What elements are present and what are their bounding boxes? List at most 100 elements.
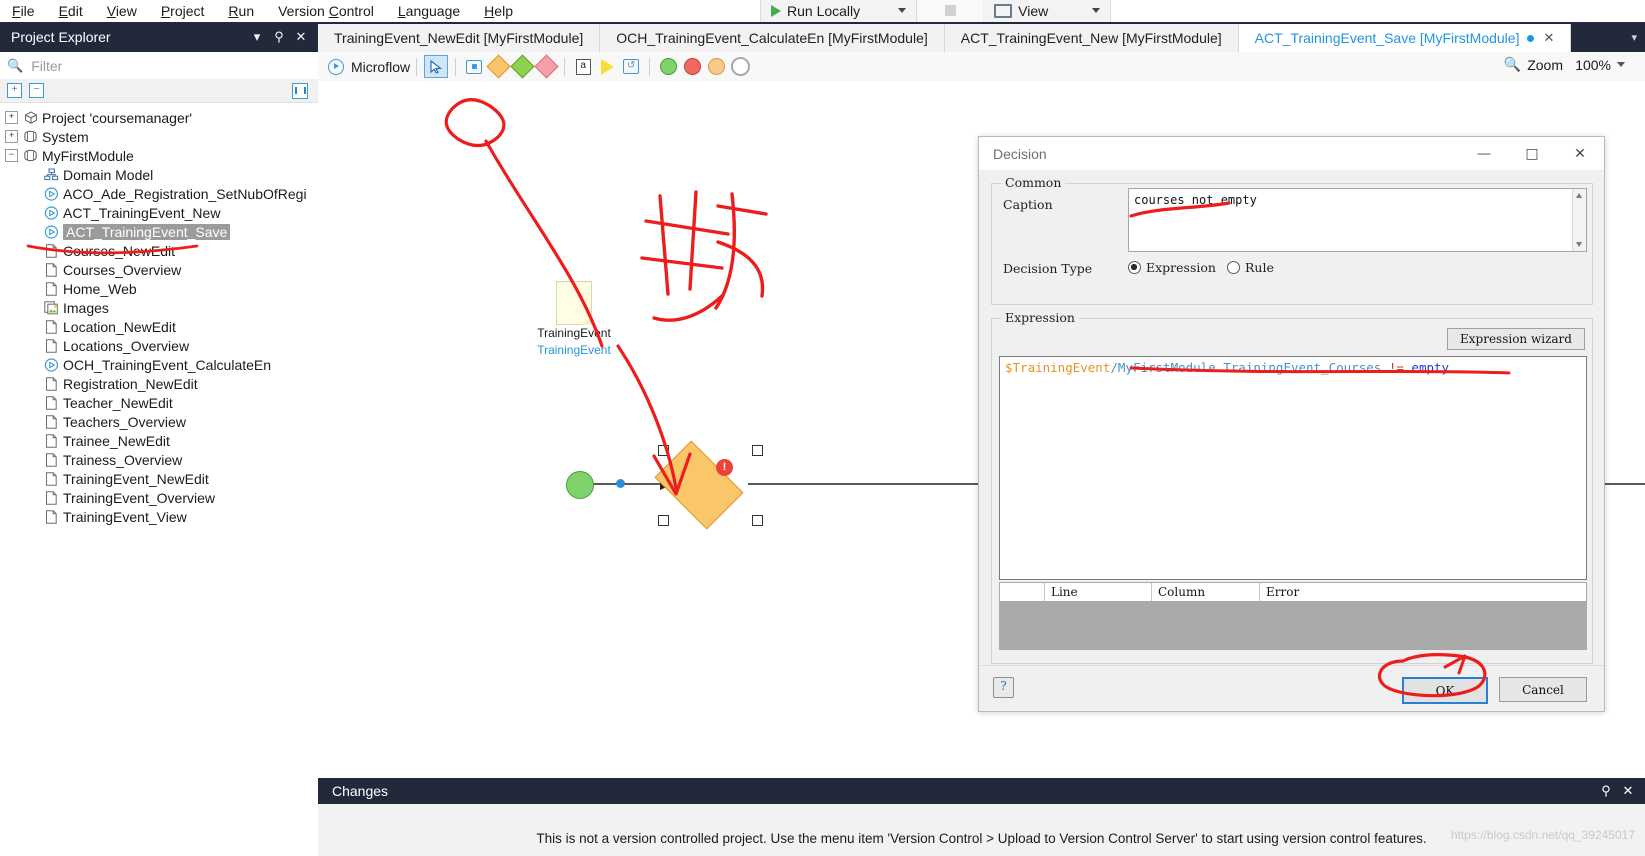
zoom-chevron-down-icon[interactable]	[1617, 62, 1625, 67]
editor-tab-label: ACT_TrainingEvent_Save [MyFirstModule]	[1255, 30, 1520, 46]
dialog-minimize-button[interactable]: —	[1460, 137, 1508, 170]
run-locally-button[interactable]: Run Locally	[760, 0, 917, 23]
chevron-down-icon[interactable]	[1092, 8, 1100, 13]
radio-expression[interactable]: Expression	[1128, 260, 1216, 275]
select-tool-button[interactable]	[424, 55, 448, 78]
tree-expand-icon[interactable]: +	[5, 130, 18, 143]
editor-tab[interactable]: ACT_TrainingEvent_New [MyFirstModule]	[945, 24, 1239, 52]
add-merge-button[interactable]	[511, 56, 533, 77]
radio-rule[interactable]: Rule	[1227, 260, 1274, 275]
editor-type-indicator: Microflow	[328, 59, 410, 75]
ok-button[interactable]: OK	[1402, 677, 1488, 704]
editor-tab[interactable]: OCH_TrainingEvent_CalculateEn [MyFirstMo…	[600, 24, 945, 52]
tree-item[interactable]: Courses_Overview	[0, 260, 318, 279]
menu-item-view[interactable]: View	[95, 0, 149, 22]
add-loop-button[interactable]: ↺	[620, 56, 642, 77]
tree-item[interactable]: Trainee_NewEdit	[0, 431, 318, 450]
changes-panel-header: Changes ⚲ ✕	[318, 778, 1645, 804]
scroll-down-arrow-icon[interactable]	[1576, 242, 1582, 247]
tree-item[interactable]: + Project 'coursemanager'	[0, 108, 318, 127]
menu-item-file[interactable]: File	[0, 0, 47, 22]
add-action-activity-button[interactable]	[463, 56, 485, 77]
tree-item[interactable]: ACT_TrainingEvent_Save	[0, 222, 318, 241]
tree-item[interactable]: TrainingEvent_Overview	[0, 488, 318, 507]
add-loop-split-button[interactable]	[535, 56, 557, 77]
chevron-down-icon[interactable]	[898, 8, 906, 13]
panel-menu-chevron-down-icon[interactable]: ▾	[246, 29, 268, 45]
tab-close-icon[interactable]: ✕	[1543, 30, 1554, 46]
expression-editor[interactable]: $TrainingEvent/MyFirstModule.TrainingEve…	[999, 356, 1587, 580]
panel-close-icon[interactable]: ✕	[290, 29, 312, 45]
menu-item-run[interactable]: Run	[216, 0, 266, 22]
add-start-event-button[interactable]	[657, 56, 679, 77]
dialog-close-button[interactable]: ✕	[1556, 137, 1604, 170]
expression-wizard-label: Expression wizard	[1460, 332, 1572, 346]
resize-handle[interactable]	[752, 515, 763, 526]
tree-item[interactable]: Images	[0, 298, 318, 317]
tree-item[interactable]: Trainess_Overview	[0, 450, 318, 469]
caption-textarea[interactable]: courses not empty	[1128, 188, 1587, 252]
menu-item-project[interactable]: Project	[149, 0, 217, 22]
decision-dialog[interactable]: Decision — □ ✕ Common Caption courses no…	[978, 136, 1605, 712]
resize-handle[interactable]	[752, 445, 763, 456]
tree-item[interactable]: Locations_Overview	[0, 336, 318, 355]
tree-item-label: Trainess_Overview	[63, 452, 182, 468]
error-col-line[interactable]: Line	[1045, 583, 1152, 601]
scroll-up-arrow-icon[interactable]	[1576, 193, 1582, 198]
menu-item-help[interactable]: Help	[472, 0, 525, 22]
filter-input[interactable]	[29, 57, 303, 75]
changes-close-icon[interactable]: ✕	[1617, 783, 1639, 799]
menu-item-edit[interactable]: Edit	[47, 0, 95, 22]
resize-handle[interactable]	[658, 445, 669, 456]
error-col-error[interactable]: Error	[1260, 583, 1586, 601]
tree-collapse-icon[interactable]: −	[5, 149, 18, 162]
tree-item-label: Locations_Overview	[63, 338, 189, 354]
stop-button[interactable]	[917, 0, 984, 23]
changes-pin-icon[interactable]: ⚲	[1595, 783, 1617, 799]
cancel-button[interactable]: Cancel	[1499, 677, 1587, 702]
tree-item[interactable]: Location_NewEdit	[0, 317, 318, 336]
tree-item[interactable]: Teacher_NewEdit	[0, 393, 318, 412]
error-col-column[interactable]: Column	[1152, 583, 1260, 601]
tree-item[interactable]: −MyFirstModule	[0, 146, 318, 165]
view-app-button[interactable]: View	[984, 0, 1111, 23]
menu-item-version-control[interactable]: Version Control	[266, 0, 386, 22]
tab-overflow-chevron-down-icon[interactable]: ▾	[1631, 31, 1637, 44]
tree-item[interactable]: Domain Model	[0, 165, 318, 184]
add-parameter-button[interactable]	[596, 56, 618, 77]
resize-handle[interactable]	[658, 515, 669, 526]
tree-item[interactable]: +System	[0, 127, 318, 146]
microflow-object-node[interactable]	[556, 281, 592, 325]
expression-wizard-button[interactable]: Expression wizard	[1447, 328, 1585, 350]
add-decision-button[interactable]	[487, 56, 509, 77]
tree-item-label: Project 'coursemanager'	[42, 110, 192, 126]
tree-item[interactable]: Home_Web	[0, 279, 318, 298]
decision-error-badge[interactable]: !	[716, 459, 733, 476]
connector-anchor-dot[interactable]	[616, 479, 625, 488]
tree-item[interactable]: ACO_Ade_Registration_SetNubOfRegi	[0, 184, 318, 203]
add-end-event-button[interactable]	[729, 56, 751, 77]
collapse-all-button[interactable]: −	[29, 83, 44, 98]
tree-item[interactable]: Teachers_Overview	[0, 412, 318, 431]
menu-item-language[interactable]: Language	[386, 0, 472, 22]
tree-item[interactable]: Courses_NewEdit	[0, 241, 318, 260]
add-error-event-button[interactable]	[681, 56, 703, 77]
add-annotation-button[interactable]: a	[572, 56, 594, 77]
tree-item[interactable]: TrainingEvent_NewEdit	[0, 469, 318, 488]
editor-type-label: Microflow	[351, 59, 410, 75]
tree-item[interactable]: TrainingEvent_View	[0, 507, 318, 526]
tree-item[interactable]: OCH_TrainingEvent_CalculateEn	[0, 355, 318, 374]
caption-scrollbar[interactable]	[1572, 189, 1586, 251]
panel-pin-icon[interactable]: ⚲	[268, 29, 290, 45]
start-event-node[interactable]	[566, 471, 594, 499]
help-button[interactable]: ?	[993, 677, 1014, 698]
tree-item[interactable]: ACT_TrainingEvent_New	[0, 203, 318, 222]
dialog-maximize-button[interactable]: □	[1508, 137, 1556, 170]
tree-expand-icon[interactable]: +	[5, 111, 18, 124]
editor-tab[interactable]: ACT_TrainingEvent_Save [MyFirstModule] ✕	[1239, 24, 1572, 52]
expand-all-button[interactable]: +	[7, 83, 22, 98]
editor-tab[interactable]: TrainingEvent_NewEdit [MyFirstModule]	[318, 24, 600, 52]
add-continue-event-button[interactable]	[705, 56, 727, 77]
collapse-panel-button[interactable]	[292, 83, 308, 99]
tree-item[interactable]: Registration_NewEdit	[0, 374, 318, 393]
